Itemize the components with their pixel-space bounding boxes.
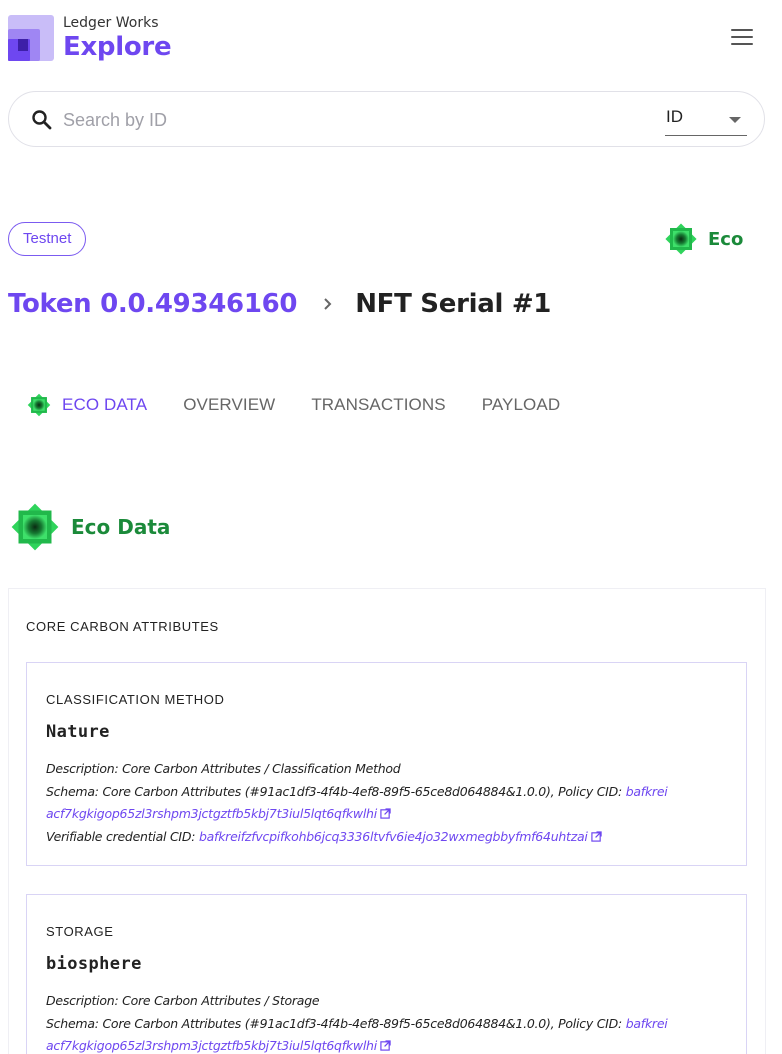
attribute-schema: Core Carbon Attributes (#91ac1df3-4f4b-4…: [102, 783, 555, 799]
external-link-icon[interactable]: [380, 1040, 391, 1051]
attribute-meta: Description: Core Carbon Attributes / Cl…: [46, 761, 668, 844]
eco-icon: [11, 503, 59, 551]
tab-overview[interactable]: OVERVIEW: [183, 395, 275, 415]
policy-cid-link[interactable]: bafkrei: [626, 784, 668, 799]
eco-data-title: Eco Data: [71, 515, 171, 539]
search-icon[interactable]: [30, 108, 54, 132]
vc-cid-link[interactable]: bafkreifzfvcpifkohb6jcq3336ltvfv6ie4jo32…: [199, 829, 588, 844]
network-chip[interactable]: Testnet: [8, 222, 87, 256]
brand-product[interactable]: Explore: [63, 32, 172, 62]
policy-cid-link[interactable]: acf7kgkigop65zl3rshpm3jctgztfb5kbj7t3iul…: [46, 806, 377, 821]
search-type-value: ID: [666, 107, 683, 126]
external-link-icon[interactable]: [590, 830, 602, 842]
attribute-label: CLASSIFICATION METHOD: [46, 692, 225, 707]
policy-cid-link[interactable]: bafkrei: [626, 1016, 668, 1031]
eco-icon: [665, 223, 697, 255]
attribute-description: Core Carbon Attributes / Storage: [122, 993, 320, 1008]
tab-payload[interactable]: PAYLOAD: [482, 395, 561, 415]
tab-transactions[interactable]: TRANSACTIONS: [311, 395, 445, 415]
eco-badge-label: Eco: [708, 228, 744, 250]
chevron-right-icon: [324, 298, 332, 310]
external-link-icon[interactable]: [380, 808, 391, 819]
eco-icon: [27, 393, 51, 417]
nft-serial-title: NFT Serial #1: [355, 289, 552, 319]
eco-data-heading: Eco Data: [8, 499, 170, 555]
policy-cid-link[interactable]: acf7kgkigop65zl3rshpm3jctgztfb5kbj7t3iul…: [46, 1038, 377, 1053]
tab-label: ECO DATA: [62, 395, 148, 414]
hamburger-menu-icon[interactable]: [731, 29, 753, 47]
attribute-card-storage: STORAGE biosphere Description: Core Carb…: [26, 894, 747, 1054]
search-input[interactable]: [63, 105, 623, 135]
caret-down-icon: [729, 117, 741, 123]
attribute-label: STORAGE: [46, 924, 114, 939]
tab-label: TRANSACTIONS: [311, 395, 446, 414]
ledger-works-logo-icon[interactable]: [8, 15, 54, 61]
eco-badge[interactable]: Eco: [663, 221, 743, 257]
token-link[interactable]: Token 0.0.49346160: [8, 289, 298, 319]
search-bar: ID: [8, 91, 765, 147]
brand-company: Ledger Works: [63, 15, 159, 31]
attribute-meta: Description: Core Carbon Attributes / St…: [46, 993, 668, 1053]
attribute-value: Nature: [46, 722, 110, 742]
attribute-description: Core Carbon Attributes / Classification …: [122, 761, 401, 776]
attribute-schema: Core Carbon Attributes (#91ac1df3-4f4b-4…: [102, 1015, 555, 1031]
app-header: Ledger Works Explore: [0, 0, 782, 80]
section-title: CORE CARBON ATTRIBUTES: [26, 619, 219, 634]
page-title: Token 0.0.49346160 NFT Serial #1: [8, 284, 551, 324]
tab-label: PAYLOAD: [481, 395, 561, 414]
tab-eco-data[interactable]: ECO DATA: [26, 392, 147, 418]
tab-bar: ECO DATA OVERVIEW TRANSACTIONS PAYLOAD: [26, 390, 596, 420]
tab-label: OVERVIEW: [183, 395, 276, 414]
attribute-value: biosphere: [46, 954, 142, 974]
search-type-select[interactable]: ID: [665, 104, 747, 136]
attribute-card-classification: CLASSIFICATION METHOD Nature Description…: [26, 662, 747, 866]
